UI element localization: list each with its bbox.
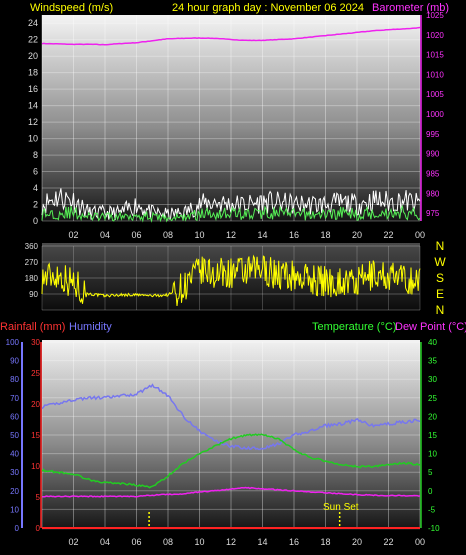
x-tick-label: 04 <box>100 537 110 547</box>
y-tick-label-temperature: 5 <box>428 468 433 477</box>
y-tick-label-temperature: 30 <box>428 375 437 384</box>
y-tick-label-rainfall: 5 <box>36 493 41 502</box>
y-tick-label-humidity: 70 <box>10 394 19 403</box>
y-tick-label-wind: 22 <box>28 35 38 45</box>
y-tick-label-wind: 10 <box>28 134 38 144</box>
y-tick-label-rainfall: 20 <box>31 400 40 409</box>
y-tick-label-temperature: 10 <box>428 450 437 459</box>
x-tick-label: 12 <box>226 537 236 547</box>
y-tick-label-temperature: -5 <box>428 505 436 514</box>
y-tick-label-rainfall: 30 <box>31 338 40 347</box>
y-tick-label-rainfall: 0 <box>36 524 41 533</box>
x-tick-label: 22 <box>383 230 393 240</box>
x-tick-label: 14 <box>257 537 267 547</box>
y-tick-label-humidity: 30 <box>10 468 19 477</box>
y-tick-label-wind: 20 <box>28 51 38 61</box>
y-tick-label-wind: 8 <box>33 150 38 160</box>
x-tick-label: 08 <box>163 537 173 547</box>
y-tick-label-wind: 12 <box>28 117 38 127</box>
y-tick-label-temperature: 35 <box>428 357 437 366</box>
y-tick-label-wind: 4 <box>33 183 38 193</box>
y-tick-label-humidity: 0 <box>15 524 20 533</box>
sunset-annotation: Sun Set <box>323 502 359 513</box>
x-tick-label: 06 <box>131 537 141 547</box>
y-tick-label-humidity: 60 <box>10 412 19 421</box>
y-tick-label-humidity: 50 <box>10 431 19 440</box>
compass-letter: N <box>436 303 445 317</box>
y-tick-label-humidity: 90 <box>10 357 19 366</box>
dewpoint-axis-title: Dew Point (°C) <box>395 321 466 333</box>
compass-letter: N <box>436 239 445 253</box>
x-tick-label: 20 <box>352 230 362 240</box>
y-tick-label-barometer: 985 <box>426 169 440 178</box>
y-tick-label-barometer: 1025 <box>426 11 444 20</box>
y-tick-label-direction: 270 <box>25 258 39 267</box>
y-tick-label-barometer: 1000 <box>426 110 444 119</box>
y-tick-label-humidity: 100 <box>6 338 20 347</box>
y-tick-label-temperature: 15 <box>428 431 437 440</box>
y-tick-label-humidity: 10 <box>10 505 19 514</box>
y-tick-label-temperature: 20 <box>428 412 437 421</box>
x-tick-label: 16 <box>289 537 299 547</box>
rainfall-axis-title: Rainfall (mm) <box>0 321 65 333</box>
x-tick-label: 10 <box>194 537 204 547</box>
y-tick-label-wind: 24 <box>28 18 38 28</box>
x-tick-label: 18 <box>320 537 330 547</box>
weather-chart: Windspeed (m/s) 24 hour graph day : Nove… <box>0 2 466 547</box>
y-tick-label-wind: 14 <box>28 101 38 111</box>
compass-letter: S <box>436 271 444 285</box>
y-tick-label-humidity: 80 <box>10 375 19 384</box>
windspeed-axis-title: Windspeed (m/s) <box>30 2 113 14</box>
y-tick-label-temperature: 0 <box>428 487 433 496</box>
y-tick-label-rainfall: 10 <box>31 462 40 471</box>
x-tick-label: 16 <box>289 230 299 240</box>
y-tick-label-barometer: 1015 <box>426 51 444 60</box>
x-tick-label: 00 <box>415 230 425 240</box>
y-tick-label-barometer: 980 <box>426 189 440 198</box>
y-tick-label-humidity: 20 <box>10 487 19 496</box>
y-tick-label-wind: 16 <box>28 84 38 94</box>
y-tick-label-wind: 18 <box>28 68 38 78</box>
x-tick-label: 04 <box>100 230 110 240</box>
y-tick-label-barometer: 1010 <box>426 70 444 79</box>
y-tick-label-temperature: 25 <box>428 394 437 403</box>
x-tick-label: 02 <box>68 230 78 240</box>
y-tick-label-wind: 0 <box>33 216 38 226</box>
compass-letter: W <box>434 255 446 269</box>
y-tick-label-humidity: 40 <box>10 450 19 459</box>
y-tick-label-barometer: 990 <box>426 150 440 159</box>
y-tick-label-barometer: 1005 <box>426 90 444 99</box>
compass-letter: E <box>436 287 444 301</box>
humidity-axis-title: Humidity <box>69 321 112 333</box>
x-tick-label: 00 <box>415 537 425 547</box>
temperature-axis-title: Temperature (°C) <box>312 321 396 333</box>
x-tick-label: 22 <box>383 537 393 547</box>
compass-letters: N W S E N <box>434 239 446 317</box>
y-tick-label-barometer: 1020 <box>426 31 444 40</box>
x-tick-label: 18 <box>320 230 330 240</box>
x-tick-label: 08 <box>163 230 173 240</box>
y-tick-label-rainfall: 15 <box>31 431 40 440</box>
y-tick-label-rainfall: 25 <box>31 369 40 378</box>
y-tick-label-direction: 180 <box>25 274 39 283</box>
x-tick-label: 12 <box>226 230 236 240</box>
x-tick-label: 06 <box>131 230 141 240</box>
y-tick-label-barometer: 995 <box>426 130 440 139</box>
x-tick-label: 02 <box>68 537 78 547</box>
y-tick-label-direction: 90 <box>29 290 38 299</box>
y-tick-label-wind: 6 <box>33 167 38 177</box>
graph-title: 24 hour graph day : November 06 2024 <box>172 2 364 14</box>
x-tick-label: 10 <box>194 230 204 240</box>
y-tick-label-barometer: 975 <box>426 209 440 218</box>
x-tick-label: 20 <box>352 537 362 547</box>
y-tick-label-temperature: -10 <box>428 524 440 533</box>
y-tick-label-direction: 360 <box>25 242 39 251</box>
x-tick-label: 14 <box>257 230 267 240</box>
y-tick-label-temperature: 40 <box>428 338 437 347</box>
y-tick-label-wind: 2 <box>33 200 38 210</box>
